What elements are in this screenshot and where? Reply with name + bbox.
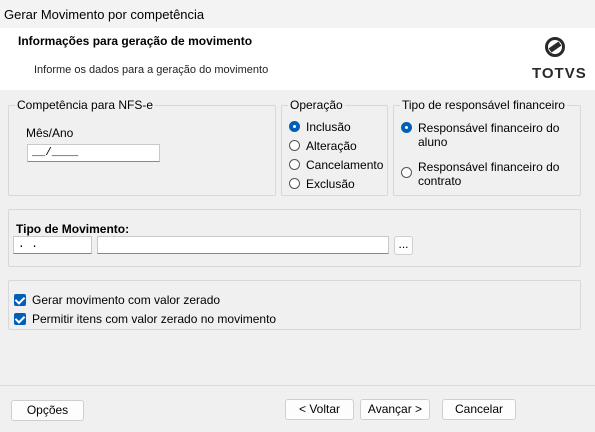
wizard-header: Informações para geração de movimento In… xyxy=(0,28,595,90)
mes-ano-label: Mês/Ano xyxy=(26,126,74,140)
radio-alteracao-label: Alteração xyxy=(306,139,357,153)
radio-inclusao-label: Inclusão xyxy=(306,120,351,134)
header-title: Informações para geração de movimento xyxy=(18,34,253,48)
radio-exclusao-label: Exclusão xyxy=(306,177,355,191)
tipo-movimento-code-input[interactable]: . . xyxy=(13,236,92,254)
competencia-group: Competência para NFS-e Mês/Ano __/____ xyxy=(8,98,276,196)
tipo-movimento-label: Tipo de Movimento: xyxy=(16,222,130,236)
wizard-body: Competência para NFS-e Mês/Ano __/____ O… xyxy=(0,90,595,385)
radio-alteracao[interactable]: Alteração xyxy=(289,139,357,153)
gerar-zerado-checkbox[interactable]: Gerar movimento com valor zerado xyxy=(14,293,220,307)
avancar-button[interactable]: Avançar > xyxy=(360,399,430,420)
radio-exclusao-indicator[interactable] xyxy=(289,178,300,189)
window-title: Gerar Movimento por competência xyxy=(4,7,205,22)
competencia-legend: Competência para NFS-e xyxy=(15,98,156,112)
radio-resp-aluno-line1: Responsável financeiro do xyxy=(418,121,560,135)
wizard-footer: Opções < Voltar Avançar > Cancelar xyxy=(0,385,595,432)
tipo-movimento-description-input[interactable] xyxy=(97,236,389,254)
radio-resp-aluno-line2: aluno xyxy=(418,135,448,149)
tipo-movimento-group: Tipo de Movimento: . . ... xyxy=(8,209,581,267)
radio-cancelamento-label: Cancelamento xyxy=(306,158,384,172)
opcoes-button[interactable]: Opções xyxy=(11,400,84,421)
totvs-logo: TOTVS xyxy=(530,37,586,85)
header-subtitle: Informe os dados para a geração do movim… xyxy=(34,64,269,76)
gerar-zerado-check-icon[interactable] xyxy=(14,294,26,306)
radio-inclusao-indicator[interactable] xyxy=(289,121,300,132)
gerar-zerado-label: Gerar movimento com valor zerado xyxy=(32,293,221,307)
responsavel-legend: Tipo de responsável financeiro xyxy=(400,98,567,112)
title-bar: Gerar Movimento por competência xyxy=(0,0,595,28)
radio-cancelamento[interactable]: Cancelamento xyxy=(289,158,383,172)
radio-exclusao[interactable]: Exclusão xyxy=(289,177,355,191)
tipo-movimento-lookup-button[interactable]: ... xyxy=(394,236,413,255)
cancelar-button[interactable]: Cancelar xyxy=(442,399,516,420)
radio-resp-contrato-label: Responsável financeiro do contrato xyxy=(418,160,559,188)
radio-resp-contrato-indicator[interactable] xyxy=(401,167,412,178)
operacao-legend: Operação xyxy=(288,98,345,112)
options-group: Gerar movimento com valor zerado Permiti… xyxy=(8,280,581,330)
permitir-itens-label: Permitir itens com valor zerado no movim… xyxy=(32,312,277,326)
voltar-button[interactable]: < Voltar xyxy=(285,399,354,420)
permitir-itens-checkbox[interactable]: Permitir itens com valor zerado no movim… xyxy=(14,312,276,326)
radio-resp-aluno[interactable]: Responsável financeiro do aluno xyxy=(401,121,559,149)
radio-alteracao-indicator[interactable] xyxy=(289,140,300,151)
radio-resp-aluno-indicator[interactable] xyxy=(401,122,412,133)
responsavel-group: Tipo de responsável financeiro Responsáv… xyxy=(393,98,581,196)
radio-inclusao[interactable]: Inclusão xyxy=(289,120,351,134)
operacao-group: Operação Inclusão Alteração Cancelamento… xyxy=(281,98,388,196)
radio-resp-aluno-label: Responsável financeiro do aluno xyxy=(418,121,559,149)
permitir-itens-check-icon[interactable] xyxy=(14,313,26,325)
radio-cancelamento-indicator[interactable] xyxy=(289,159,300,170)
logo-wordmark: TOTVS xyxy=(532,65,587,82)
radio-resp-contrato[interactable]: Responsável financeiro do contrato xyxy=(401,160,559,188)
radio-resp-contrato-line1: Responsável financeiro do xyxy=(418,160,560,174)
mes-ano-input[interactable]: __/____ xyxy=(27,144,160,162)
radio-resp-contrato-line2: contrato xyxy=(418,174,462,188)
totvs-logo-icon xyxy=(545,37,565,57)
